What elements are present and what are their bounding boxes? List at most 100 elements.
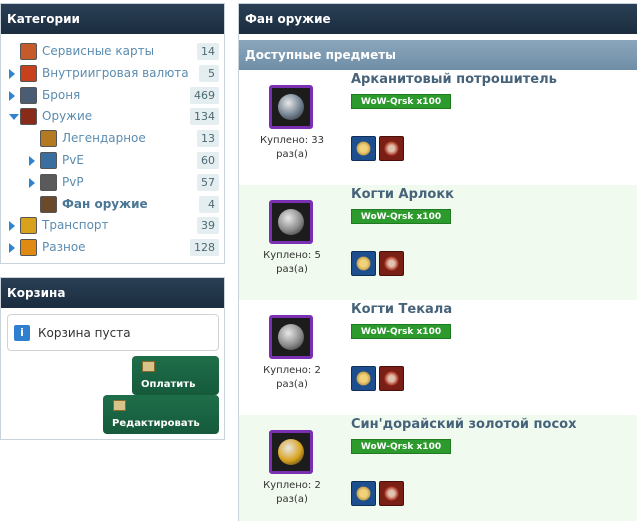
category-icon: [20, 217, 37, 235]
info-icon: i: [14, 325, 30, 341]
pay-button[interactable]: Оплатить: [132, 356, 219, 395]
purchase-count-suffix: раз(а): [276, 379, 308, 390]
category-icon: [40, 151, 57, 169]
pay-button-label: Оплатить: [141, 379, 196, 390]
alliance-icon[interactable]: [351, 481, 376, 506]
category-item[interactable]: Легендарное 13: [1, 128, 224, 150]
item-name-link[interactable]: Арканитовый потрошитель: [351, 72, 557, 87]
category-icon: [20, 64, 37, 82]
category-count-badge: 14: [197, 43, 219, 60]
category-count-badge: 5: [199, 64, 219, 82]
horde-crest-glyph: [383, 485, 400, 502]
category-item[interactable]: Броня 469: [1, 85, 224, 107]
caret-right-icon[interactable]: [9, 243, 15, 254]
categories-list: Сервисные карты 14 Внутриигровая валюта 5 Бр…: [1, 34, 224, 259]
section-title: Доступные предметы: [239, 40, 637, 70]
category-item[interactable]: Оружие 134: [1, 106, 224, 128]
shop-item: Куплено: 33 раз(а) Арканитовый потрошитель…: [239, 70, 637, 185]
alliance-crest-glyph: [355, 255, 372, 272]
horde-crest-glyph: [383, 370, 400, 387]
category-item[interactable]: Транспорт 39: [1, 215, 224, 237]
category-label[interactable]: Броня: [42, 88, 80, 102]
category-item[interactable]: Разное 128: [1, 237, 224, 259]
shop-item: Куплено: 2 раз(а) Когти Текала WoW-Qrsk x10…: [239, 300, 637, 415]
main-panel: Фан оружие Доступные предметы Куплено: 3…: [238, 3, 637, 521]
alliance-icon[interactable]: [351, 366, 376, 391]
cart-empty-text: Корзина пуста: [38, 326, 131, 340]
horde-icon[interactable]: [379, 366, 404, 391]
category-count-badge: 4: [199, 195, 219, 213]
purchase-count-suffix: раз(а): [276, 149, 308, 160]
realm-badge: WoW-Qrsk x100: [351, 209, 451, 224]
category-label[interactable]: Транспорт: [42, 218, 109, 232]
category-label[interactable]: Разное: [42, 240, 86, 254]
category-icon: [40, 173, 57, 191]
cart-empty-notice: i Корзина пуста: [7, 314, 219, 351]
category-label[interactable]: Внутриигровая валюта: [42, 66, 189, 80]
item-purchase-count: Куплено: 2 раз(а): [257, 479, 327, 507]
item-name-link[interactable]: Син'дорайский золотой посох: [351, 417, 576, 432]
item-purchase-count: Куплено: 2 раз(а): [257, 364, 327, 392]
item-name-link[interactable]: Когти Текала: [351, 302, 452, 317]
category-icon: [20, 239, 37, 257]
category-icon: [20, 86, 37, 104]
alliance-crest-glyph: [355, 485, 372, 502]
categories-title: Категории: [1, 4, 224, 34]
item-artwork: [278, 209, 304, 235]
category-item[interactable]: PvP 57: [1, 172, 224, 194]
categories-panel: Категории Сервисные карты 14 Внутриигровая…: [0, 3, 225, 264]
category-label[interactable]: Легендарное: [62, 131, 146, 145]
edit-cart-button[interactable]: Редактировать: [103, 395, 219, 434]
caret-down-icon[interactable]: [9, 114, 19, 121]
category-count-badge: 57: [197, 173, 219, 191]
category-item[interactable]: Сервисные карты 14: [1, 41, 224, 63]
caret-right-icon[interactable]: [9, 68, 15, 79]
horde-icon[interactable]: [379, 481, 404, 506]
category-label[interactable]: PvE: [62, 153, 84, 167]
category-item[interactable]: Внутриигровая валюта 5: [1, 63, 224, 85]
category-count-badge: 60: [197, 151, 219, 169]
item-thumbnail-icon[interactable]: [269, 85, 313, 129]
horde-icon[interactable]: [379, 251, 404, 276]
alliance-crest-glyph: [355, 370, 372, 387]
page-title: Фан оружие: [239, 4, 637, 34]
item-artwork: [278, 94, 304, 120]
realm-badge: WoW-Qrsk x100: [351, 94, 451, 109]
category-item[interactable]: Фан оружие 4: [1, 194, 224, 216]
caret-right-icon[interactable]: [9, 221, 15, 232]
purchase-count-line: Куплено: 5: [263, 250, 321, 261]
alliance-icon[interactable]: [351, 136, 376, 161]
purchase-count-line: Куплено: 2: [263, 480, 321, 491]
purchase-count-line: Куплено: 33: [259, 135, 325, 146]
category-item[interactable]: PvE 60: [1, 150, 224, 172]
horde-icon[interactable]: [379, 136, 404, 161]
alliance-crest-glyph: [355, 140, 372, 157]
cart-title: Корзина: [1, 278, 224, 308]
caret-right-icon[interactable]: [9, 90, 15, 101]
shop-item: Куплено: 2 раз(а) Син'дорайский золотой по…: [239, 415, 637, 521]
category-label[interactable]: Фан оружие: [62, 197, 148, 211]
category-icon: [20, 43, 37, 60]
category-label[interactable]: Оружие: [42, 109, 92, 123]
horde-crest-glyph: [383, 140, 400, 157]
category-count-badge: 39: [197, 217, 219, 235]
realm-badge: WoW-Qrsk x100: [351, 439, 451, 454]
item-name-link[interactable]: Когти Арлокк: [351, 187, 454, 202]
item-artwork: [278, 439, 304, 465]
horde-crest-glyph: [383, 255, 400, 272]
caret-right-icon[interactable]: [29, 155, 35, 166]
item-thumbnail-icon[interactable]: [269, 200, 313, 244]
item-thumbnail-icon[interactable]: [269, 315, 313, 359]
shop-item: Куплено: 5 раз(а) Когти Арлокк WoW-Qrsk x10…: [239, 185, 637, 300]
item-thumbnail-icon[interactable]: [269, 430, 313, 474]
category-label[interactable]: Сервисные карты: [42, 44, 154, 58]
alliance-icon[interactable]: [351, 251, 376, 276]
purchase-count-suffix: раз(а): [276, 494, 308, 505]
realm-badge: WoW-Qrsk x100: [351, 324, 451, 339]
edit-icon: [113, 400, 126, 411]
item-purchase-count: Куплено: 5 раз(а): [257, 249, 327, 277]
category-count-badge: 134: [190, 108, 219, 126]
category-count-badge: 128: [190, 239, 219, 257]
caret-right-icon[interactable]: [29, 177, 35, 188]
category-label[interactable]: PvP: [62, 175, 84, 189]
